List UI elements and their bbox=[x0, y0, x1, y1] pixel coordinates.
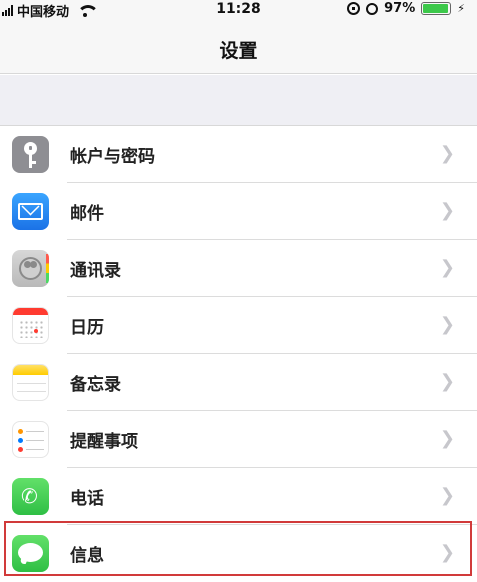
settings-item-label: 提醒事项 bbox=[70, 432, 138, 452]
settings-item-label: 信息 bbox=[70, 546, 104, 566]
battery-percent: 97% bbox=[384, 1, 416, 16]
settings-item-contacts[interactable]: 通讯录 ❯ bbox=[0, 240, 477, 297]
charging-icon: ⚡ bbox=[457, 2, 465, 15]
settings-item-notes[interactable]: 备忘录 ❯ bbox=[0, 354, 477, 411]
chevron-right-icon: ❯ bbox=[439, 143, 455, 164]
settings-item-messages[interactable]: 信息 ❯ bbox=[0, 525, 477, 582]
chevron-right-icon: ❯ bbox=[439, 371, 455, 392]
settings-item-mail[interactable]: 邮件 ❯ bbox=[0, 183, 477, 240]
chevron-right-icon: ❯ bbox=[439, 200, 455, 221]
messages-icon bbox=[12, 535, 49, 572]
settings-item-calendar[interactable]: 日历 ❯ bbox=[0, 297, 477, 354]
phone-icon: ✆ bbox=[12, 478, 49, 515]
alarm-icon bbox=[366, 2, 379, 15]
settings-item-label: 日历 bbox=[70, 318, 104, 338]
settings-list: 帐户与密码 ❯ 邮件 ❯ 通讯录 ❯ 日历 ❯ 备忘录 ❯ 提醒事项 ❯ ✆ 电… bbox=[0, 126, 477, 582]
settings-item-label: 邮件 bbox=[70, 204, 104, 224]
status-right: 97% ⚡ bbox=[347, 1, 465, 16]
settings-item-label: 通讯录 bbox=[70, 261, 121, 281]
settings-item-label: 帐户与密码 bbox=[70, 147, 155, 167]
calendar-icon bbox=[12, 307, 49, 344]
notes-icon bbox=[12, 364, 49, 401]
battery-icon bbox=[421, 2, 452, 15]
page-title: 设置 bbox=[219, 40, 258, 62]
chevron-right-icon: ❯ bbox=[439, 485, 455, 506]
rotation-lock-icon bbox=[347, 2, 361, 15]
settings-item-reminders[interactable]: 提醒事项 ❯ bbox=[0, 411, 477, 468]
settings-item-label: 备忘录 bbox=[70, 375, 121, 395]
status-bar: 中国移动 11:28 97% ⚡ bbox=[0, 0, 477, 20]
settings-item-accounts-passwords[interactable]: 帐户与密码 ❯ bbox=[0, 126, 477, 183]
mail-icon bbox=[12, 193, 49, 230]
chevron-right-icon: ❯ bbox=[439, 542, 455, 563]
chevron-right-icon: ❯ bbox=[439, 314, 455, 335]
reminders-icon bbox=[12, 421, 49, 458]
settings-item-label: 电话 bbox=[70, 489, 104, 509]
chevron-right-icon: ❯ bbox=[439, 428, 455, 449]
contacts-icon bbox=[12, 250, 49, 287]
chevron-right-icon: ❯ bbox=[439, 257, 455, 278]
settings-item-phone[interactable]: ✆ 电话 ❯ bbox=[0, 468, 477, 525]
navigation-bar: 设置 bbox=[0, 20, 477, 74]
section-spacer bbox=[0, 75, 477, 126]
key-icon bbox=[12, 136, 49, 173]
